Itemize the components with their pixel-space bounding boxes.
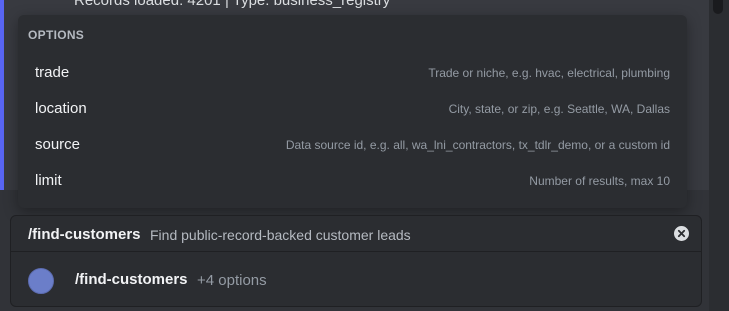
chat-window: Records loaded: 4201 | Type: business_re… bbox=[0, 0, 729, 311]
command-picker: /find-customers Find public-record-backe… bbox=[10, 215, 702, 307]
option-description: Trade or niche, e.g. hvac, electrical, p… bbox=[428, 66, 670, 80]
option-name: source bbox=[35, 136, 81, 153]
option-name: trade bbox=[35, 64, 70, 81]
message-text: Records loaded: 4201 | Type: business_re… bbox=[74, 0, 391, 9]
app-avatar bbox=[28, 268, 54, 294]
command-name: /find-customers bbox=[28, 226, 141, 243]
command-picker-header: /find-customers Find public-record-backe… bbox=[11, 216, 701, 252]
option-limit[interactable]: limit Number of results, max 10 bbox=[18, 163, 687, 199]
options-heading: OPTIONS bbox=[28, 28, 85, 42]
command-options-count: +4 options bbox=[197, 272, 267, 289]
command-item-name: /find-customers bbox=[75, 271, 188, 288]
command-description: Find public-record-backed customer leads bbox=[150, 227, 411, 243]
close-circle-icon[interactable] bbox=[674, 226, 689, 241]
scrollbar-thumb[interactable] bbox=[713, 0, 723, 14]
option-location[interactable]: location City, state, or zip, e.g. Seatt… bbox=[18, 91, 687, 127]
message-highlight-bar bbox=[0, 0, 4, 190]
option-source[interactable]: source Data source id, e.g. all, wa_lni_… bbox=[18, 127, 687, 163]
options-popup: OPTIONS trade Trade or niche, e.g. hvac,… bbox=[18, 15, 687, 208]
option-description: City, state, or zip, e.g. Seattle, WA, D… bbox=[448, 102, 670, 116]
command-option-find-customers[interactable]: /find-customers +4 options bbox=[11, 252, 701, 306]
option-description: Number of results, max 10 bbox=[529, 174, 670, 188]
option-description: Data source id, e.g. all, wa_lni_contrac… bbox=[285, 138, 670, 152]
option-trade[interactable]: trade Trade or niche, e.g. hvac, electri… bbox=[18, 55, 687, 91]
option-name: location bbox=[35, 100, 87, 117]
scrollbar[interactable] bbox=[709, 0, 729, 311]
option-name: limit bbox=[35, 172, 62, 189]
